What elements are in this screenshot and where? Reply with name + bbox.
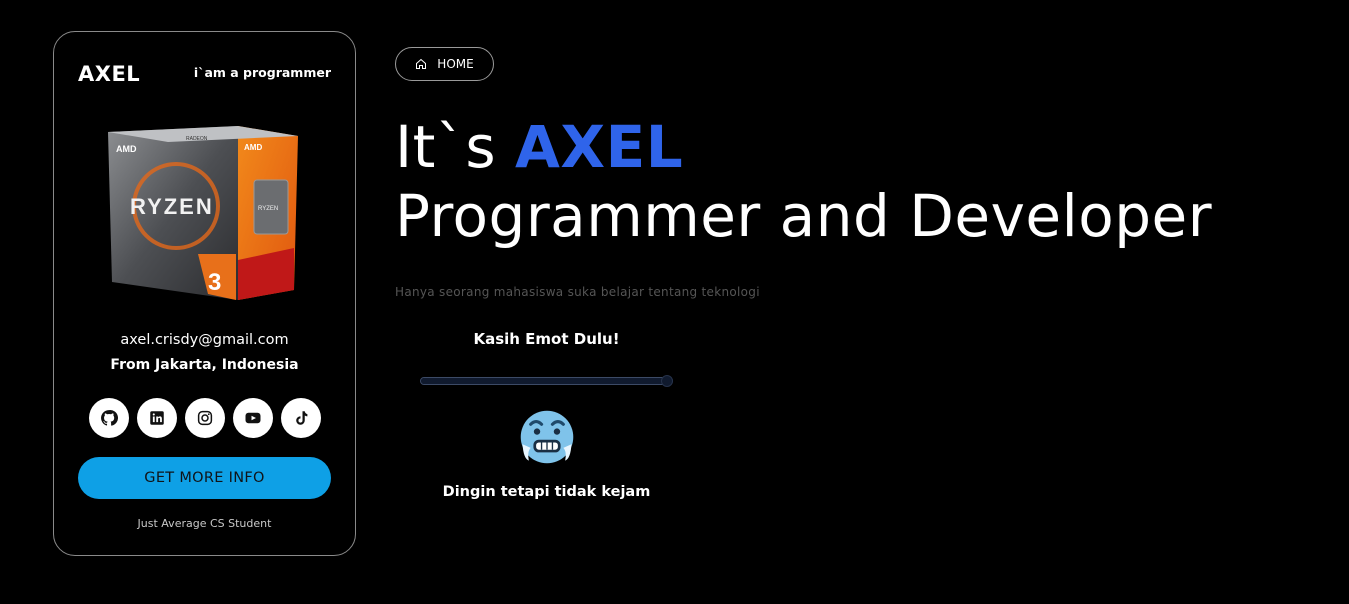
brand-name: AXEL [78,62,141,86]
svg-text:RYZEN: RYZEN [130,194,214,219]
linkedin-icon [150,411,164,425]
location-text: From Jakarta, Indonesia [110,357,299,373]
hero-name: AXEL [515,113,684,181]
cold-face-icon [520,410,574,464]
emote-slider[interactable] [420,375,673,387]
svg-text:3: 3 [208,269,221,296]
product-image: AMD AMD RADEON RYZEN RYZEN 3 [108,126,298,300]
social-links [89,398,321,438]
email-text: axel.crisdy@gmail.com [120,332,289,348]
get-more-info-button[interactable]: GET MORE INFO [78,457,331,499]
tiktok-link[interactable] [281,398,321,438]
instagram-link[interactable] [185,398,225,438]
youtube-link[interactable] [233,398,273,438]
home-label: HOME [437,57,474,71]
emote-title: Kasih Emot Dulu! [473,330,620,348]
svg-text:RADEON: RADEON [186,136,208,142]
tiktok-icon [296,411,308,425]
github-icon [101,410,118,426]
hero-role: Programmer and Developer [395,182,1213,250]
profile-card: AXEL i`am a programmer AMD AMD RADEON RY… [53,31,356,556]
instagram-icon [197,410,213,426]
card-footer: Just Average CS Student [137,517,272,530]
linkedin-link[interactable] [137,398,177,438]
home-button[interactable]: HOME [395,47,494,81]
slider-fill [421,378,672,384]
github-link[interactable] [89,398,129,438]
hero-prefix: It`s [395,113,516,181]
hero-heading: It`s AXEL [395,112,683,182]
hero-subtitle: Hanya seorang mahasiswa suka belajar ten… [395,285,760,299]
svg-text:AMD: AMD [116,144,137,154]
svg-text:RYZEN: RYZEN [258,206,278,212]
svg-text:AMD: AMD [244,143,262,152]
youtube-icon [245,412,261,424]
home-icon [416,58,427,69]
tagline: i`am a programmer [193,65,331,80]
slider-thumb[interactable] [661,375,673,387]
emote-caption: Dingin tetapi tidak kejam [442,484,651,500]
